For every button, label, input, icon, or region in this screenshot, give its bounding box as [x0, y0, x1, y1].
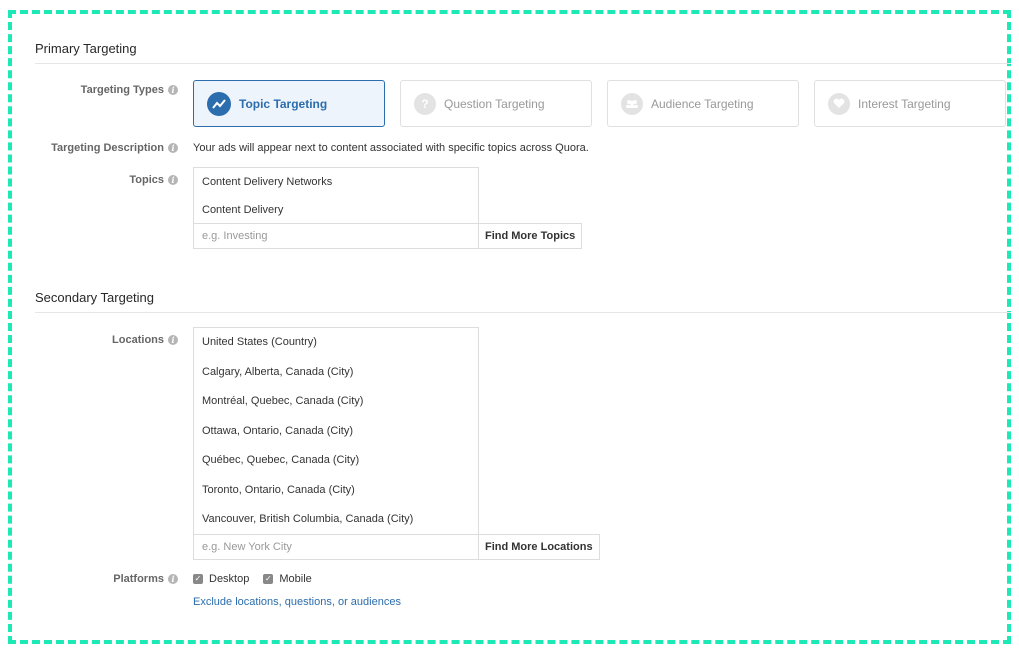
- targeting-description-label-text: Targeting Description: [51, 142, 164, 154]
- location-item[interactable]: Toronto, Ontario, Canada (City): [194, 476, 478, 506]
- locations-label-text: Locations: [112, 334, 164, 346]
- targeting-description-label: Targeting Description i: [28, 142, 178, 154]
- question-icon: ?: [414, 92, 436, 115]
- primary-divider: [35, 63, 1011, 64]
- primary-targeting-title: Primary Targeting: [35, 41, 137, 56]
- info-icon[interactable]: i: [168, 85, 178, 95]
- topic-targeting-card[interactable]: Topic Targeting: [193, 80, 385, 127]
- desktop-label: Desktop: [209, 573, 250, 585]
- secondary-divider: [35, 312, 1011, 313]
- find-more-topics-button[interactable]: Find More Topics: [479, 223, 583, 249]
- exclude-questions-link[interactable]: questions: [285, 596, 332, 608]
- info-icon[interactable]: i: [168, 175, 178, 185]
- platforms-label-text: Platforms: [113, 573, 164, 585]
- location-item[interactable]: Vancouver, British Columbia, Canada (Cit…: [194, 505, 478, 535]
- interest-targeting-card[interactable]: Interest Targeting: [814, 80, 1006, 127]
- targeting-types-label: Targeting Types i: [28, 84, 178, 96]
- location-item[interactable]: Ottawa, Ontario, Canada (City): [194, 417, 478, 447]
- heart-icon: [828, 92, 850, 115]
- topics-list: Content Delivery Networks Content Delive…: [193, 167, 479, 224]
- locations-input-row: Find More Locations: [193, 534, 600, 560]
- topic-item[interactable]: Content Delivery: [194, 196, 478, 224]
- question-targeting-label: Question Targeting: [444, 96, 545, 111]
- locations-list: United States (Country) Calgary, Alberta…: [193, 327, 479, 535]
- mobile-checkbox-group[interactable]: ✓ Mobile: [263, 573, 312, 585]
- audience-targeting-card[interactable]: Audience Targeting: [607, 80, 799, 127]
- info-icon[interactable]: i: [168, 335, 178, 345]
- targeting-description: Your ads will appear next to content ass…: [193, 142, 589, 154]
- location-item[interactable]: Calgary, Alberta, Canada (City): [194, 358, 478, 388]
- mobile-label: Mobile: [279, 573, 312, 585]
- question-targeting-card[interactable]: ? Question Targeting: [400, 80, 592, 127]
- desktop-checkbox[interactable]: ✓: [193, 574, 203, 584]
- platforms-checkboxes: ✓ Desktop ✓ Mobile: [193, 573, 320, 585]
- topics-label-text: Topics: [129, 174, 164, 186]
- people-icon: [621, 92, 643, 115]
- location-item[interactable]: Montréal, Quebec, Canada (City): [194, 387, 478, 417]
- platforms-label: Platforms i: [28, 573, 178, 585]
- topic-item[interactable]: Content Delivery Networks: [194, 168, 478, 196]
- info-icon[interactable]: i: [168, 574, 178, 584]
- locations-label: Locations i: [28, 334, 178, 346]
- audience-targeting-label: Audience Targeting: [651, 96, 754, 111]
- interest-targeting-label: Interest Targeting: [858, 96, 951, 111]
- topic-targeting-label: Topic Targeting: [239, 96, 328, 111]
- targeting-types-label-text: Targeting Types: [80, 84, 164, 96]
- exclude-links: Exclude locations, questions, or audienc…: [193, 596, 401, 608]
- exclude-audiences-link[interactable]: audiences: [351, 596, 401, 608]
- topics-search-input[interactable]: [193, 223, 479, 249]
- trending-up-icon: [207, 91, 231, 116]
- location-item[interactable]: Québec, Quebec, Canada (City): [194, 446, 478, 476]
- location-item[interactable]: United States (Country): [194, 328, 478, 358]
- find-more-locations-button[interactable]: Find More Locations: [479, 534, 600, 560]
- topics-label: Topics i: [28, 174, 178, 186]
- exclude-locations-link[interactable]: locations: [235, 596, 278, 608]
- desktop-checkbox-group[interactable]: ✓ Desktop: [193, 573, 249, 585]
- topics-input-row: Find More Topics: [193, 223, 583, 249]
- exclude-prefix: Exclude: [193, 596, 236, 608]
- secondary-targeting-title: Secondary Targeting: [35, 290, 155, 305]
- mobile-checkbox[interactable]: ✓: [263, 574, 274, 584]
- locations-search-input[interactable]: [193, 534, 479, 560]
- info-icon[interactable]: i: [168, 143, 178, 153]
- exclude-sep2: , or: [331, 596, 351, 608]
